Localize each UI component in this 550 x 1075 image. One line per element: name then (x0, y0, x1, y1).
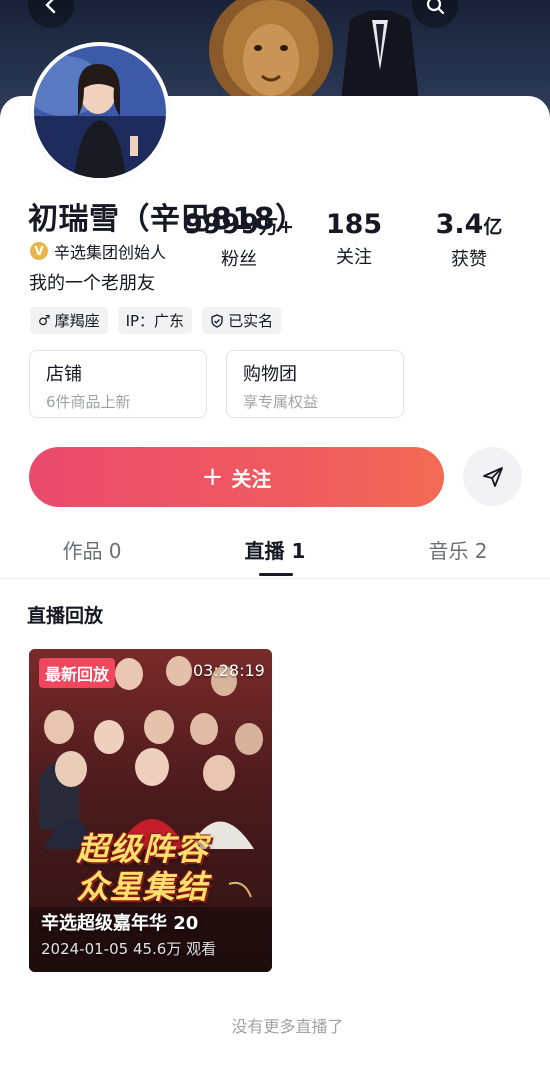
stat-following[interactable]: 185 关注 (294, 209, 414, 269)
likes-label: 获赞 (451, 249, 487, 270)
profile-bio: 我的一个老朋友 (29, 273, 155, 294)
tab-live[interactable]: 直播 1 (220, 535, 330, 564)
likes-count: 3.4亿 (435, 209, 503, 240)
replay-duration: 03:28:19 (193, 661, 265, 680)
shopping-group-title: 购物团 (243, 364, 297, 385)
send-icon (482, 466, 503, 487)
profile-card: 9999万+ 粉丝 185 关注 3.4亿 获赞 初瑞雪（辛巴818） V 辛选… (0, 42, 550, 1075)
verification-text: 辛选集团创始人 (54, 243, 167, 262)
latest-replay-badge: 最新回放 (39, 658, 116, 688)
tag-ip-label: IP：广东 (125, 312, 185, 330)
shopping-group-entry[interactable]: 购物团 享专属权益 (226, 350, 404, 418)
verified-badge-icon: V (30, 242, 48, 260)
tab-works[interactable]: 作品 0 (37, 535, 147, 564)
no-more-live-text: 没有更多直播了 (231, 1017, 344, 1036)
stat-likes[interactable]: 3.4亿 获赞 (409, 209, 529, 271)
poster-headline-line2: 众星集结 (76, 868, 209, 906)
tag-ip: IP：广东 (117, 307, 193, 334)
store-entry[interactable]: 店铺 6件商品上新 (29, 350, 207, 418)
back-button[interactable] (28, 0, 74, 28)
store-subtitle: 6件商品上新 (46, 393, 131, 411)
search-icon (426, 0, 445, 15)
active-tab-indicator (259, 573, 293, 576)
tag-realname: 已实名 (202, 307, 282, 334)
profile-name: 初瑞雪（辛巴818） (28, 202, 306, 237)
fans-label: 粉丝 (221, 249, 257, 270)
store-title: 店铺 (46, 364, 82, 385)
following-label: 关注 (336, 247, 372, 268)
shopping-group-subtitle: 享专属权益 (243, 393, 319, 411)
tag-realname-label: 已实名 (228, 312, 274, 330)
follow-button-label: 关注 (231, 466, 272, 491)
replay-meta: 2024-01-05 45.6万 观看 (41, 940, 217, 958)
live-replay-section-title: 直播回放 (27, 605, 104, 627)
following-count: 185 (325, 209, 383, 240)
avatar[interactable] (30, 42, 170, 182)
share-button[interactable] (463, 447, 522, 506)
tag-zodiac-label: 摩羯座 (54, 312, 100, 330)
replay-title: 辛选超级嘉年华 20 (41, 913, 199, 934)
profile-tags: ♂ 摩羯座 IP：广东 已实名 (30, 307, 291, 334)
tag-zodiac: ♂ 摩羯座 (30, 307, 108, 334)
live-replay-card[interactable]: 最新回放 03:28:19 超级阵容 众星集结 辛选超级嘉年华 20 2024-… (29, 649, 272, 972)
back-arrow-icon (45, 0, 56, 14)
avatar-image (34, 46, 166, 178)
profile-tabs: 作品 0 直播 1 音乐 2 (0, 527, 550, 579)
shield-check-icon (211, 313, 223, 328)
tab-music[interactable]: 音乐 2 (403, 535, 513, 564)
male-gender-icon: ♂ (38, 312, 51, 329)
plus-icon: + (201, 462, 224, 492)
verification-row: V 辛选集团创始人 (30, 239, 166, 263)
follow-button[interactable]: + 关注 (29, 447, 444, 507)
